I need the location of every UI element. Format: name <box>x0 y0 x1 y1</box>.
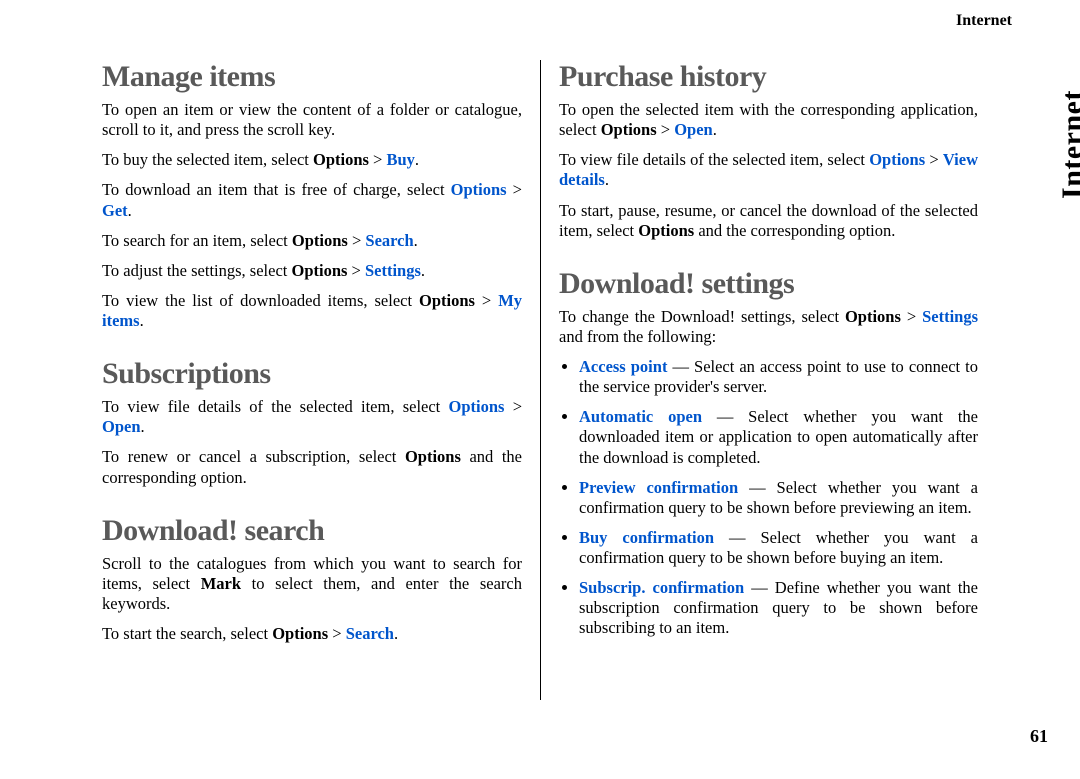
para: To open an item or view the content of a… <box>102 100 522 140</box>
heading-subscriptions: Subscriptions <box>102 357 522 391</box>
list-item: Preview confirmation — Select whether yo… <box>579 478 978 518</box>
page: Internet Internet 61 Manage items To ope… <box>0 0 1080 779</box>
side-tab: Internet <box>1056 90 1080 199</box>
settings-list: Access point — Select an access point to… <box>559 357 978 639</box>
para: To start the search, select Options > Se… <box>102 624 522 644</box>
page-number: 61 <box>1030 726 1048 747</box>
para: To buy the selected item, select Options… <box>102 150 522 170</box>
para: To open the selected item with the corre… <box>559 100 978 140</box>
right-column: Purchase history To open the selected it… <box>540 60 978 700</box>
list-item: Access point — Select an access point to… <box>579 357 978 397</box>
heading-purchase-history: Purchase history <box>559 60 978 94</box>
para: To start, pause, resume, or cancel the d… <box>559 201 978 241</box>
list-item: Buy confirmation — Select whether you wa… <box>579 528 978 568</box>
list-item: Automatic open — Select whether you want… <box>579 407 978 467</box>
heading-download-search: Download! search <box>102 514 522 548</box>
left-column: Manage items To open an item or view the… <box>102 60 540 700</box>
para: To view file details of the selected ite… <box>102 397 522 437</box>
para: To view the list of downloaded items, se… <box>102 291 522 331</box>
chapter-header: Internet <box>956 12 1012 30</box>
para: To change the Download! settings, select… <box>559 307 978 347</box>
para: To download an item that is free of char… <box>102 180 522 220</box>
para: To view file details of the selected ite… <box>559 150 978 190</box>
heading-manage-items: Manage items <box>102 60 522 94</box>
para: To adjust the settings, select Options >… <box>102 261 522 281</box>
columns: Manage items To open an item or view the… <box>102 60 1012 700</box>
para: To search for an item, select Options > … <box>102 231 522 251</box>
heading-download-settings: Download! settings <box>559 267 978 301</box>
para: To renew or cancel a subscription, selec… <box>102 447 522 487</box>
para: Scroll to the catalogues from which you … <box>102 554 522 614</box>
list-item: Subscrip. confirmation — Define whether … <box>579 578 978 638</box>
